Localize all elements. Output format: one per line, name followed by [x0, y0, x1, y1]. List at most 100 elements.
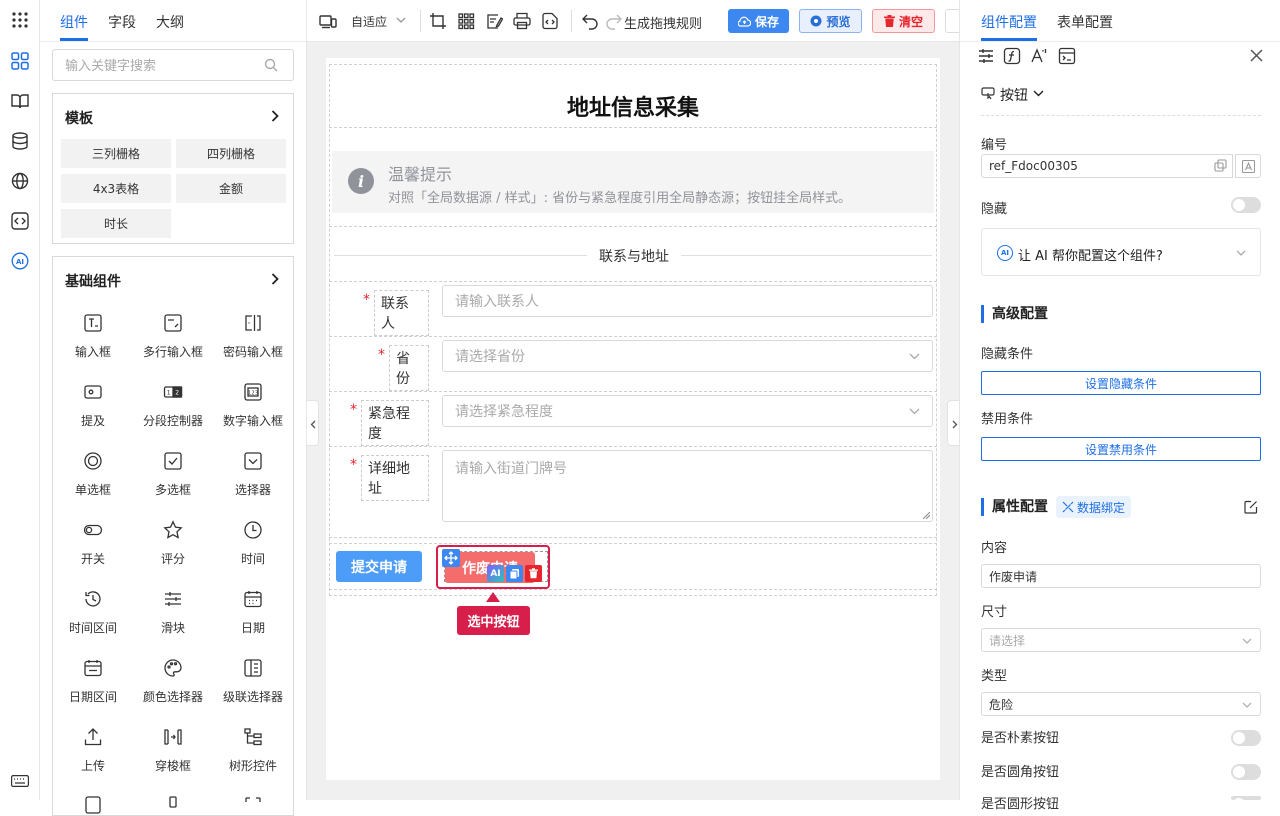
number-input-icon: 123: [243, 382, 263, 402]
components-icon[interactable]: [9, 50, 31, 72]
comp-number-input[interactable]: 123 数字输入框: [213, 382, 293, 429]
comp-checkbox[interactable]: 多选框: [133, 451, 213, 498]
comp-color-picker[interactable]: 颜色选择器: [133, 658, 213, 705]
crop-icon[interactable]: [429, 12, 447, 30]
edit-icon[interactable]: [1244, 500, 1258, 514]
cloud-icon: [737, 16, 751, 27]
apps-grid-icon[interactable]: [9, 9, 31, 31]
type-select[interactable]: 危险: [981, 692, 1261, 716]
comp-slider[interactable]: 滑块: [133, 589, 213, 636]
edit-note-icon[interactable]: [485, 12, 503, 30]
comp-tree[interactable]: 树形控件: [213, 727, 293, 774]
function-icon[interactable]: [1003, 47, 1021, 65]
svg-text:123: 123: [248, 391, 259, 397]
print-icon[interactable]: [513, 12, 531, 30]
size-select[interactable]: 请选择: [981, 628, 1261, 652]
round-toggle[interactable]: [1231, 764, 1261, 780]
contact-input[interactable]: 请输入联系人: [442, 285, 933, 317]
search-icon[interactable]: [264, 58, 278, 72]
device-icon[interactable]: [319, 12, 337, 30]
close-icon[interactable]: [1250, 49, 1263, 62]
overflow-button[interactable]: [945, 9, 959, 33]
palette-icon: [163, 658, 183, 678]
id-input[interactable]: ref_Fdoc00305: [981, 154, 1233, 178]
copy-icon[interactable]: [1214, 159, 1227, 172]
template-four-col-grid[interactable]: 四列栅格: [176, 139, 286, 168]
tab-fields[interactable]: 字段: [108, 12, 136, 32]
database-icon[interactable]: [9, 130, 31, 152]
comp-time[interactable]: 时间: [213, 520, 293, 567]
collapse-right-handle[interactable]: [947, 400, 959, 446]
script-icon[interactable]: [1058, 47, 1076, 65]
province-select[interactable]: 请选择省份: [442, 340, 933, 372]
preview-button[interactable]: 预览: [799, 9, 862, 33]
comp-time-range[interactable]: 时间区间: [53, 589, 133, 636]
chevron-right-icon[interactable]: [271, 110, 279, 122]
tab-outline[interactable]: 大纲: [156, 12, 184, 32]
text-format-icon[interactable]: [1235, 154, 1261, 178]
book-icon[interactable]: [9, 90, 31, 112]
comp-textarea[interactable]: 多行输入框: [133, 313, 213, 360]
generate-drag-rules-button[interactable]: 生成拖拽规则: [624, 13, 702, 32]
chevron-down-icon[interactable]: [1033, 90, 1044, 97]
comp-select[interactable]: 选择器: [213, 451, 293, 498]
comp-rate[interactable]: 评分: [133, 520, 213, 567]
text-style-icon[interactable]: [1030, 47, 1048, 65]
template-4x3-table[interactable]: 4x3表格: [61, 174, 171, 203]
comp-mention[interactable]: 提及: [53, 382, 133, 429]
set-disable-condition-button[interactable]: 设置禁用条件: [981, 437, 1261, 461]
template-duration[interactable]: 时长: [61, 209, 171, 238]
svg-text:AI: AI: [16, 258, 24, 266]
comp-more-2[interactable]: [133, 795, 213, 815]
tab-components[interactable]: 组件: [60, 12, 88, 32]
undo-icon[interactable]: [581, 12, 599, 30]
template-amount[interactable]: 金额: [176, 174, 286, 203]
chevron-down-icon[interactable]: [396, 17, 406, 23]
comp-segmented[interactable]: 12 分段控制器: [133, 382, 213, 429]
comp-radio[interactable]: 单选框: [53, 451, 133, 498]
clear-button[interactable]: 清空: [872, 9, 935, 33]
transfer-icon: [163, 727, 183, 747]
code-json-icon[interactable]: [541, 12, 559, 30]
hidden-toggle[interactable]: [1231, 197, 1261, 213]
plain-toggle[interactable]: [1231, 730, 1261, 746]
comp-more-3[interactable]: [213, 795, 293, 815]
comp-switch[interactable]: 开关: [53, 520, 133, 567]
device-mode-select[interactable]: 自适应: [351, 13, 387, 30]
comp-transfer[interactable]: 穿梭框: [133, 727, 213, 774]
comp-password[interactable]: 密码输入框: [213, 313, 293, 360]
urgency-select[interactable]: 请选择紧急程度: [442, 395, 933, 427]
component-search-input[interactable]: [52, 49, 294, 81]
content-input[interactable]: 作废申请: [981, 564, 1261, 588]
comp-upload[interactable]: 上传: [53, 727, 133, 774]
save-button[interactable]: 保存: [728, 9, 789, 33]
chevron-left-icon: [310, 420, 316, 429]
template-three-col-grid[interactable]: 三列栅格: [61, 139, 171, 168]
collapse-left-handle[interactable]: [307, 400, 319, 446]
set-hide-condition-button[interactable]: 设置隐藏条件: [981, 371, 1261, 395]
resize-handle-icon[interactable]: [923, 512, 930, 519]
code-icon[interactable]: [9, 210, 31, 232]
data-binding-button[interactable]: 数据绑定: [1056, 496, 1132, 518]
address-textarea[interactable]: 请输入街道门牌号: [442, 450, 933, 522]
form-canvas: 地址信息采集 i 温馨提示 对照「全局数据源 / 样式」: 省份与紧急程度引用全…: [326, 58, 940, 780]
sliders-icon[interactable]: [977, 47, 995, 65]
comp-cascader[interactable]: 级联选择器: [213, 658, 293, 705]
tab-form-config[interactable]: 表单配置: [1057, 12, 1113, 32]
component-type-label[interactable]: 按钮: [1000, 85, 1028, 105]
tab-component-config[interactable]: 组件配置: [981, 12, 1037, 32]
keyboard-icon[interactable]: [9, 770, 31, 792]
button-row-block: [329, 543, 937, 590]
circle-toggle[interactable]: [1231, 796, 1261, 810]
comp-date-range[interactable]: 日期区间: [53, 658, 133, 705]
grid-icon[interactable]: [457, 12, 475, 30]
comp-more-1[interactable]: [53, 795, 133, 815]
form-title: 地址信息采集: [566, 96, 699, 121]
redo-icon[interactable]: [605, 12, 623, 30]
comp-date[interactable]: 日期: [213, 589, 293, 636]
comp-input[interactable]: 输入框: [53, 313, 133, 360]
ai-config-panel[interactable]: AI 让 AI 帮你配置这个组件?: [981, 228, 1261, 276]
globe-icon[interactable]: [9, 170, 31, 192]
ai-icon[interactable]: AI: [9, 250, 31, 272]
chevron-right-icon[interactable]: [271, 273, 279, 285]
